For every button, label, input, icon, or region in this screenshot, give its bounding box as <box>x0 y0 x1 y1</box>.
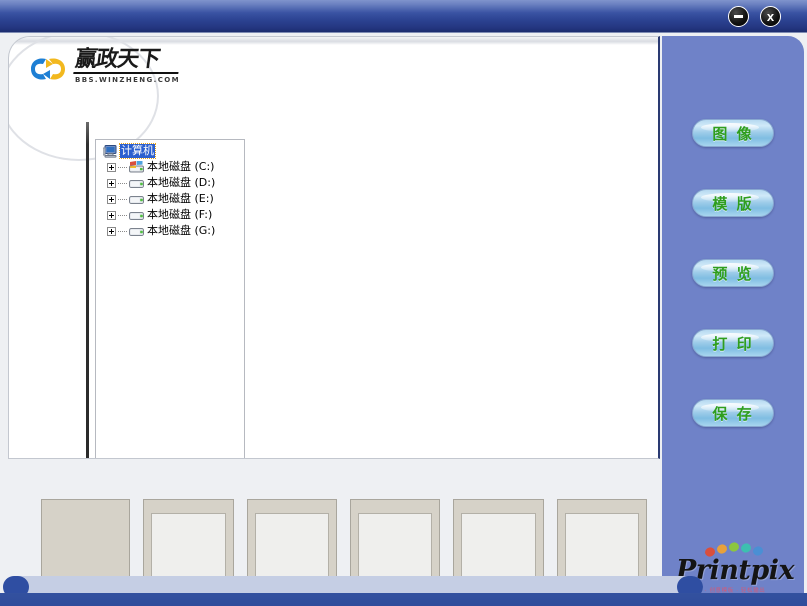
drive-icon <box>129 227 144 236</box>
thumbnail-inner-frame <box>151 513 226 581</box>
drive-icon <box>129 211 144 220</box>
drive-icon-wrap <box>129 209 147 222</box>
content-frame: 赢政天下 BBS.WINZHENG.COM 计算机 本地磁盘 (C:) 本地磁盘 (… <box>3 33 804 606</box>
thumbnail-inner-frame <box>358 513 433 581</box>
sidebar-button-label: 预 览 <box>712 264 754 283</box>
tree-item-label: 本地磁盘 (C:) <box>147 160 215 173</box>
tree-connector-line <box>118 166 127 168</box>
drive-icon <box>129 179 144 188</box>
tree-connector-line <box>118 182 127 184</box>
system-drive-icon-wrap <box>129 160 147 174</box>
tree-item-drive-5[interactable]: 本地磁盘 (G:) <box>99 223 244 239</box>
tree-item-label: 本地磁盘 (F:) <box>147 208 213 221</box>
computer-icon-wrap <box>103 144 120 158</box>
bottom-status-bar-fill <box>0 593 807 606</box>
action-sidebar: Printpix 打印照片 · 创意模板 · 轻松输出 图 像模 版预 览打 印… <box>662 36 804 606</box>
close-icon: x <box>766 9 775 24</box>
thumbnail-inner-frame <box>564 513 640 581</box>
logo-chinese-name: 赢政天下 <box>73 47 182 74</box>
close-button[interactable]: x <box>760 6 781 27</box>
sidebar-button-save[interactable]: 保 存 <box>692 399 774 427</box>
winzheng-swirl-icon <box>31 58 65 80</box>
main-content-panel: 赢政天下 BBS.WINZHENG.COM 计算机 本地磁盘 (C:) 本地磁盘 (… <box>8 36 660 459</box>
application-window: x 赢政天下 BBS.WINZHENG.COM 计算机 本地磁盘 (C:) 本地… <box>0 0 807 606</box>
tree-item-drive-3[interactable]: 本地磁盘 (E:) <box>99 191 244 207</box>
minimize-icon <box>734 15 743 18</box>
expand-toggle-icon[interactable] <box>107 194 116 204</box>
expand-toggle-icon[interactable] <box>107 178 116 188</box>
window-body: 赢政天下 BBS.WINZHENG.COM 计算机 本地磁盘 (C:) 本地磁盘 (… <box>0 33 807 606</box>
tree-connector-line <box>118 214 127 216</box>
bottom-status-bar <box>0 593 807 606</box>
tree-connector-line <box>118 230 127 232</box>
tree-item-drive-1[interactable]: 本地磁盘 (C:) <box>99 159 244 175</box>
tree-connector-line <box>118 198 127 200</box>
logo-text-group: 赢政天下 BBS.WINZHENG.COM <box>73 47 182 84</box>
sidebar-button-label: 打 印 <box>712 334 754 353</box>
title-bar: x <box>0 0 807 33</box>
drive-icon-wrap <box>129 177 147 190</box>
system-drive-icon <box>129 160 144 172</box>
drive-icon <box>129 195 144 204</box>
expand-toggle-icon[interactable] <box>107 162 116 172</box>
folder-tree-panel[interactable]: 计算机 本地磁盘 (C:) 本地磁盘 (D:) 本地磁盘 (E:) 本地磁盘 (F:) 本… <box>95 139 245 458</box>
tree-item-label: 本地磁盘 (G:) <box>147 224 216 237</box>
logo-website-url: BBS.WINZHENG.COM <box>75 76 180 84</box>
window-controls: x <box>728 6 781 27</box>
thumbnail-inner-frame <box>461 513 536 581</box>
sidebar-button-label: 模 版 <box>712 194 754 213</box>
tree-item-drive-2[interactable]: 本地磁盘 (D:) <box>99 175 244 191</box>
computer-icon <box>103 144 117 158</box>
tree-item-computer[interactable]: 计算机 <box>99 143 244 159</box>
thumbnail-inner-frame <box>254 513 330 581</box>
vertical-divider <box>86 122 89 458</box>
sidebar-button-print[interactable]: 打 印 <box>692 329 774 357</box>
sidebar-button-label: 保 存 <box>712 404 754 423</box>
expand-toggle-icon[interactable] <box>107 226 116 236</box>
minimize-button[interactable] <box>728 6 749 27</box>
sidebar-button-image[interactable]: 图 像 <box>692 119 774 147</box>
tree-item-label: 计算机 <box>119 143 156 159</box>
tree-item-drive-4[interactable]: 本地磁盘 (F:) <box>99 207 244 223</box>
tree-item-label: 本地磁盘 (D:) <box>147 176 216 189</box>
tree-item-label: 本地磁盘 (E:) <box>147 192 214 205</box>
panel-gloss-strip <box>9 37 658 45</box>
drive-icon-wrap <box>129 193 147 206</box>
brand-logo: 赢政天下 BBS.WINZHENG.COM <box>27 47 182 84</box>
drive-icon-wrap <box>129 225 147 238</box>
sidebar-button-label: 图 像 <box>712 124 754 143</box>
sidebar-button-template[interactable]: 模 版 <box>692 189 774 217</box>
expand-toggle-icon[interactable] <box>107 210 116 220</box>
sidebar-button-preview[interactable]: 预 览 <box>692 259 774 287</box>
